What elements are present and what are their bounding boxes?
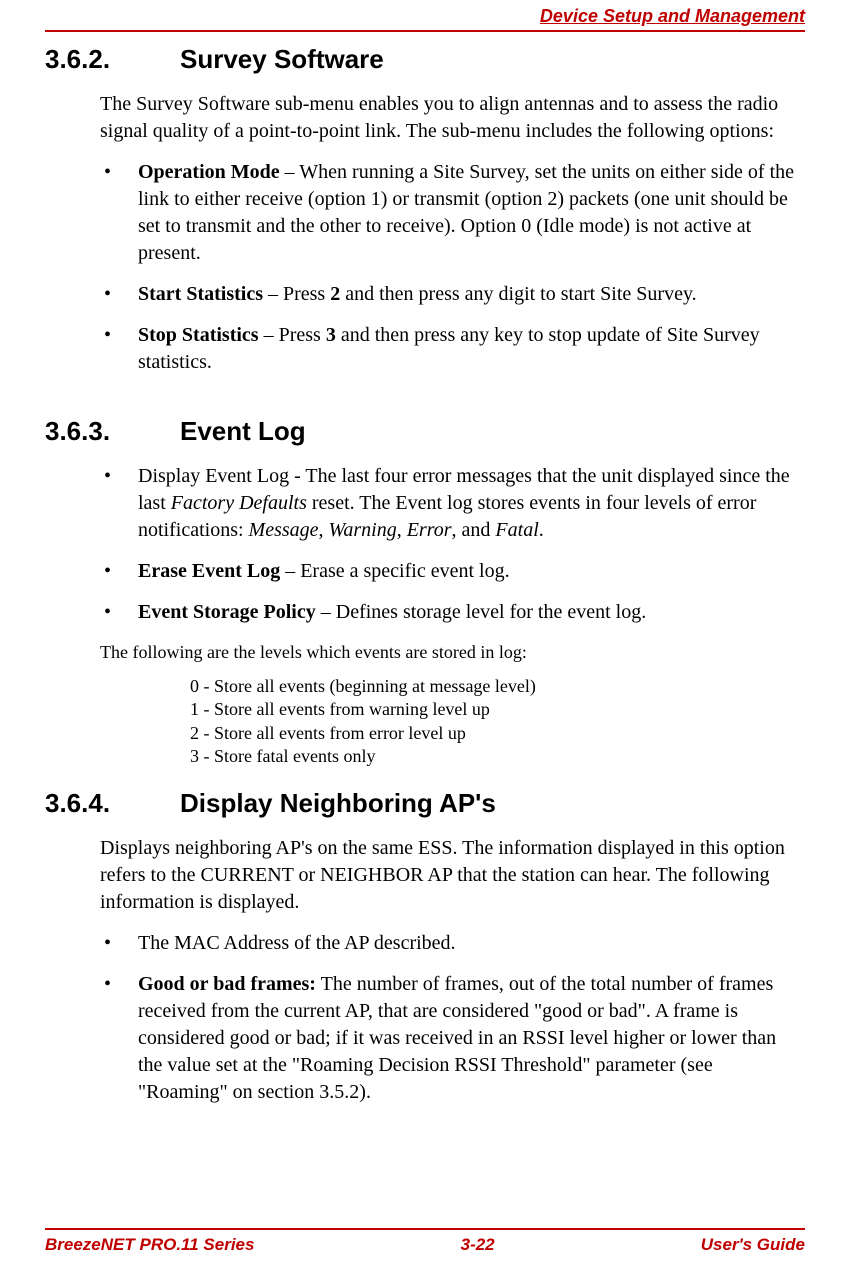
italic-term: Message <box>249 519 319 541</box>
levels-list: 0 - Store all events (beginning at messa… <box>190 675 805 769</box>
item-text: and then press any digit to start Site S… <box>340 283 696 305</box>
item-label: Start Statistics <box>138 283 263 305</box>
key-press: 3 <box>326 324 336 346</box>
item-text: , <box>319 519 329 541</box>
page-footer: BreezeNET PRO.11 Series 3-22 User's Guid… <box>45 1228 805 1257</box>
italic-term: Error <box>407 519 452 541</box>
italic-term: Warning <box>329 519 397 541</box>
item-text: , and <box>452 519 496 541</box>
section-number: 3.6.3. <box>45 414 180 449</box>
level-item: 1 - Store all events from warning level … <box>190 698 805 721</box>
level-item: 3 - Store fatal events only <box>190 745 805 768</box>
item-text: – Press <box>263 283 330 305</box>
section-intro: Displays neighboring AP's on the same ES… <box>100 835 795 916</box>
item-text: . <box>539 519 544 541</box>
footer-right: User's Guide <box>701 1234 805 1257</box>
section-title: Display Neighboring AP's <box>180 786 496 821</box>
list-item: Operation Mode – When running a Site Sur… <box>100 159 795 267</box>
section-heading-364: 3.6.4. Display Neighboring AP's <box>45 786 805 821</box>
section-heading-362: 3.6.2. Survey Software <box>45 42 805 77</box>
list-item: Good or bad frames: The number of frames… <box>100 971 795 1106</box>
item-text: The MAC Address of the AP described. <box>138 932 456 954</box>
list-item: The MAC Address of the AP described. <box>100 930 795 957</box>
italic-term: Fatal <box>495 519 538 541</box>
key-press: 2 <box>330 283 340 305</box>
section-title: Event Log <box>180 414 306 449</box>
item-text: , <box>397 519 407 541</box>
item-label: Good or bad frames: <box>138 973 316 995</box>
item-label: Stop Statistics <box>138 324 259 346</box>
section-number: 3.6.2. <box>45 42 180 77</box>
section-heading-363: 3.6.3. Event Log <box>45 414 805 449</box>
levels-intro: The following are the levels which event… <box>100 640 795 664</box>
item-text: – Defines storage level for the event lo… <box>316 601 646 623</box>
italic-term: Factory Defaults <box>171 492 307 514</box>
list-item: Start Statistics – Press 2 and then pres… <box>100 281 795 308</box>
list-item: Display Event Log - The last four error … <box>100 463 795 544</box>
list-item: Stop Statistics – Press 3 and then press… <box>100 322 795 376</box>
footer-left: BreezeNET PRO.11 Series <box>45 1234 254 1257</box>
item-text: – Press <box>259 324 326 346</box>
bullet-list-362: Operation Mode – When running a Site Sur… <box>100 159 795 376</box>
list-item: Erase Event Log – Erase a specific event… <box>100 558 795 585</box>
item-label: Operation Mode <box>138 161 280 183</box>
section-title: Survey Software <box>180 42 384 77</box>
list-item: Event Storage Policy – Defines storage l… <box>100 599 795 626</box>
section-intro: The Survey Software sub-menu enables you… <box>100 91 795 145</box>
item-label: Erase Event Log <box>138 560 280 582</box>
level-item: 2 - Store all events from error level up <box>190 722 805 745</box>
bullet-list-364: The MAC Address of the AP described. Goo… <box>100 930 795 1106</box>
item-label: Event Storage Policy <box>138 601 316 623</box>
bullet-list-363: Display Event Log - The last four error … <box>100 463 795 626</box>
page-header: Device Setup and Management <box>45 0 805 32</box>
section-number: 3.6.4. <box>45 786 180 821</box>
level-item: 0 - Store all events (beginning at messa… <box>190 675 805 698</box>
footer-center: 3-22 <box>461 1234 495 1257</box>
item-text: – Erase a specific event log. <box>280 560 509 582</box>
